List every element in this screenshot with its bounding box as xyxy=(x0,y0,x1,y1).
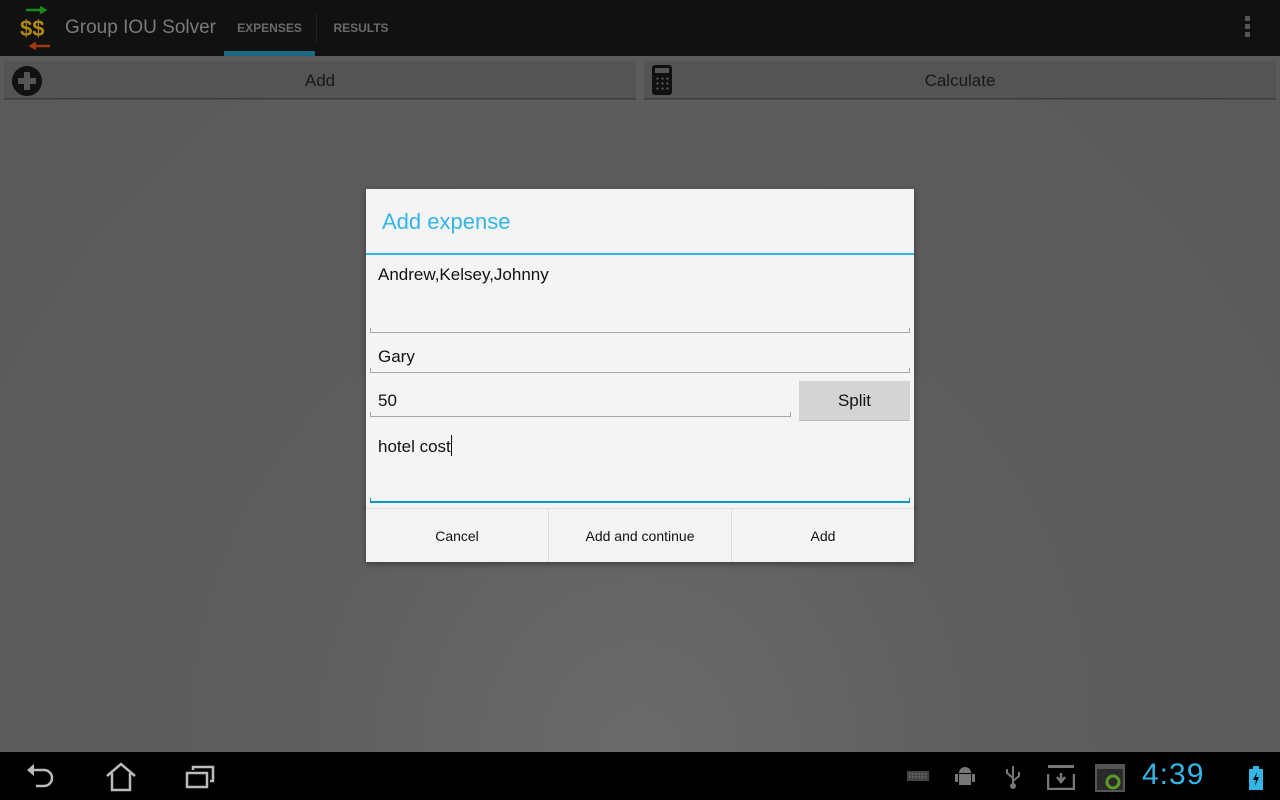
add-expense-button[interactable]: Add xyxy=(4,61,636,99)
screenshot-sync-icon xyxy=(1095,764,1125,792)
description-input[interactable]: hotel cost xyxy=(370,435,910,503)
android-debug-icon xyxy=(955,767,975,785)
tab-divider xyxy=(316,12,317,44)
back-icon[interactable] xyxy=(24,762,58,790)
add-button[interactable]: Add xyxy=(731,509,914,562)
tab-expenses[interactable]: EXPENSES xyxy=(224,0,315,56)
calculate-button-label: Calculate xyxy=(924,71,996,90)
calculate-button[interactable]: Calculate xyxy=(644,61,1276,99)
participants-value: Andrew,Kelsey,Johnny xyxy=(378,265,549,284)
split-button[interactable]: Split xyxy=(799,381,910,421)
overflow-menu-icon[interactable] xyxy=(1243,16,1251,40)
payer-value: Gary xyxy=(378,347,415,366)
keyboard-icon xyxy=(907,771,929,781)
action-bar: $$ Group IOU Solver EXPENSES RESULTS xyxy=(0,0,1280,56)
amount-input[interactable]: 50 xyxy=(370,391,791,417)
title-divider xyxy=(366,253,914,255)
recent-apps-icon[interactable] xyxy=(185,764,217,790)
system-bar: 4:39 xyxy=(0,752,1280,800)
add-and-continue-button[interactable]: Add and continue xyxy=(548,509,731,562)
tab-results[interactable]: RESULTS xyxy=(320,0,402,56)
download-icon xyxy=(1047,765,1075,790)
dialog-button-bar: Cancel Add and continue Add xyxy=(366,508,914,562)
battery-charging-icon xyxy=(1249,766,1263,790)
description-value: hotel cost xyxy=(378,435,452,457)
add-button-label: Add xyxy=(304,71,336,90)
add-expense-dialog: Add expense Andrew,Kelsey,Johnny Gary 50… xyxy=(366,189,914,562)
dialog-title: Add expense xyxy=(382,209,511,234)
amount-value: 50 xyxy=(378,391,397,410)
text-caret xyxy=(450,435,452,456)
svg-text:$$: $$ xyxy=(20,16,44,41)
usb-icon xyxy=(1006,766,1020,789)
app-title: Group IOU Solver xyxy=(65,17,216,38)
cancel-button[interactable]: Cancel xyxy=(366,509,548,562)
participants-input[interactable]: Andrew,Kelsey,Johnny xyxy=(370,265,910,333)
screen: $$ Group IOU Solver EXPENSES RESULTS Add… xyxy=(0,0,1280,800)
dollar-exchange-icon: $$ xyxy=(20,6,50,50)
description-text: hotel cost xyxy=(378,437,451,456)
clock: 4:39 xyxy=(1142,758,1205,791)
home-icon[interactable] xyxy=(104,762,138,792)
payer-input[interactable]: Gary xyxy=(370,347,910,373)
